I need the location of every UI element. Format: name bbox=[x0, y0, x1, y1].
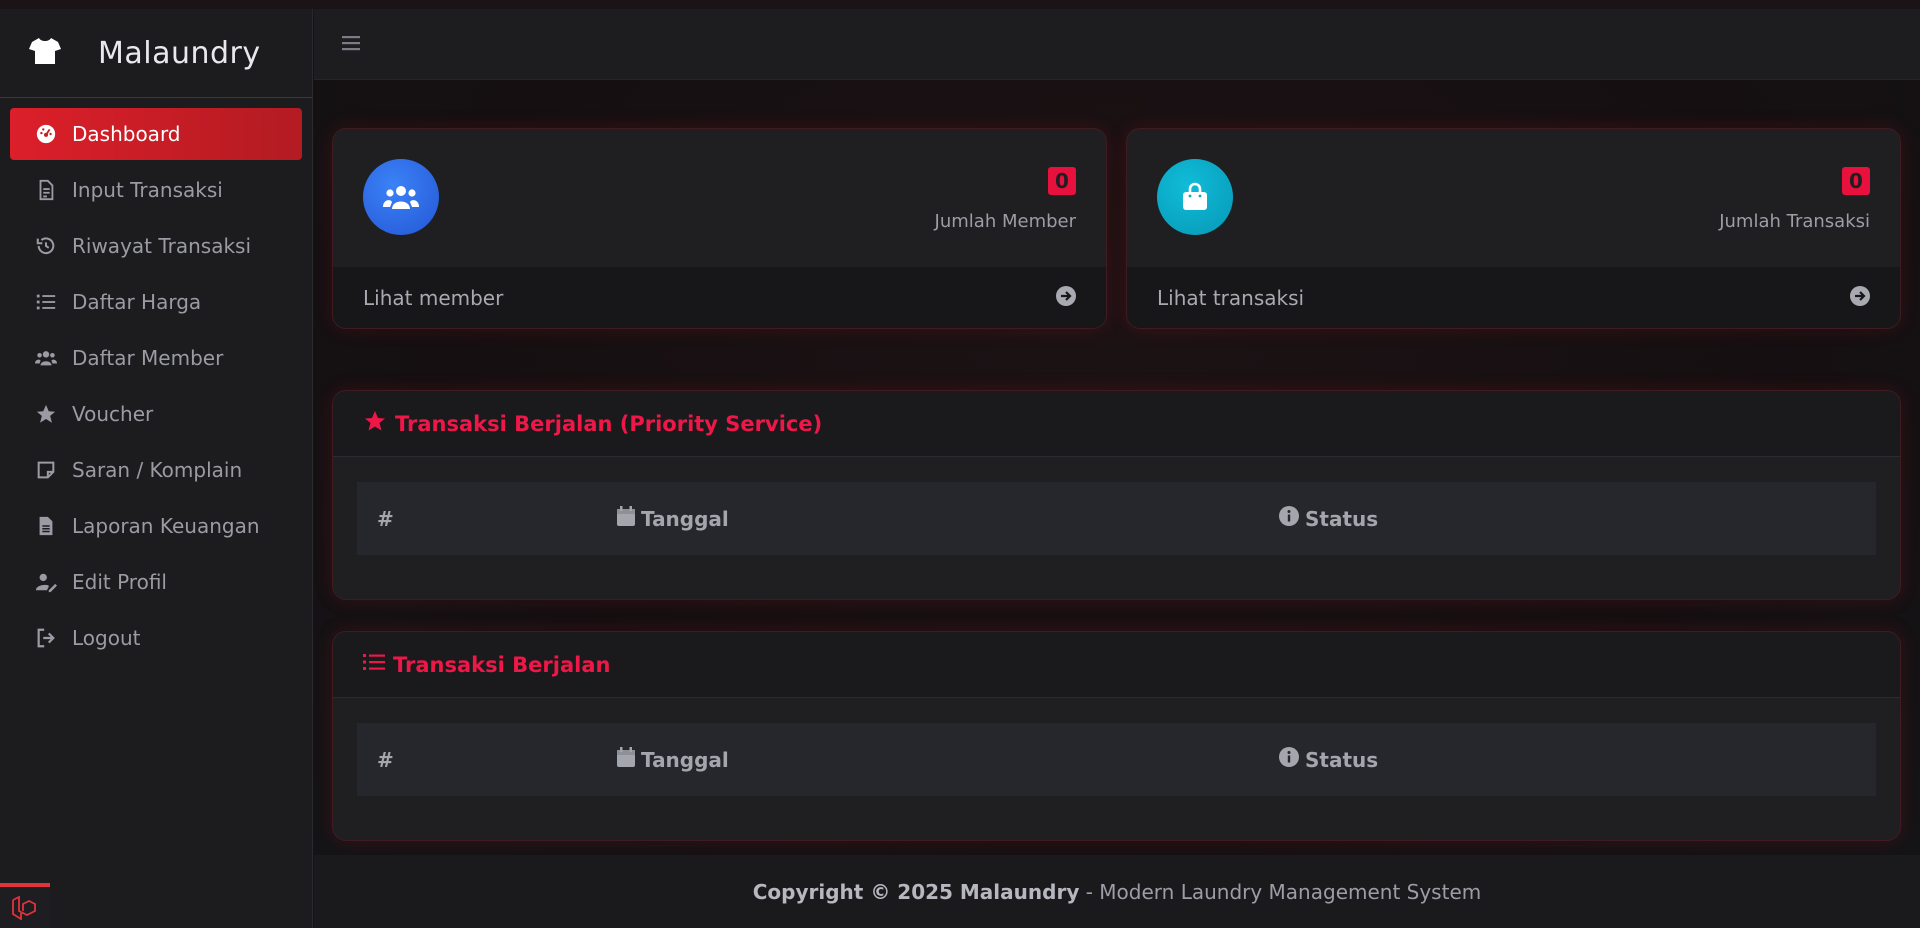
brand-name: Malaundry bbox=[98, 35, 261, 71]
view-transactions-label: Lihat transaksi bbox=[1157, 286, 1305, 310]
footer-copyright: Copyright © 2025 Malaundry bbox=[752, 879, 1080, 904]
top-edge bbox=[0, 0, 1920, 9]
info-circle-icon bbox=[1279, 506, 1305, 531]
column-label: # bbox=[377, 747, 394, 772]
sidebar-nav: Dashboard Input Transaksi Riwayat Transa… bbox=[0, 98, 312, 664]
column-header-status[interactable]: Status bbox=[1279, 747, 1378, 772]
stat-card-member: 0 Jumlah Member Lihat member bbox=[332, 128, 1107, 329]
priority-transactions-card: Transaksi Berjalan (Priority Service) # … bbox=[332, 390, 1901, 600]
laravel-debug-icon[interactable] bbox=[0, 883, 50, 928]
sign-out-icon bbox=[34, 626, 58, 650]
sidebar-item-label: Logout bbox=[72, 626, 141, 650]
sidebar-item-label: Saran / Komplain bbox=[72, 458, 243, 482]
sidebar-item-label: Input Transaksi bbox=[72, 178, 223, 202]
arrow-circle-right-icon bbox=[1056, 285, 1076, 311]
star-icon bbox=[34, 402, 58, 426]
column-header-tanggal[interactable]: Tanggal bbox=[617, 747, 729, 772]
sidebar-item-dashboard[interactable]: Dashboard bbox=[10, 108, 302, 160]
sidebar-item-riwayat-transaksi[interactable]: Riwayat Transaksi bbox=[10, 220, 302, 272]
running-table-header-row: # Tanggal Status bbox=[357, 723, 1876, 796]
column-label: Status bbox=[1305, 747, 1379, 772]
transaksi-count-label: Jumlah Transaksi bbox=[1719, 211, 1870, 232]
shopping-bag-icon bbox=[1157, 159, 1233, 235]
sidebar-item-label: Laporan Keuangan bbox=[72, 514, 260, 538]
running-transactions-header: Transaksi Berjalan bbox=[333, 632, 1900, 698]
note-icon bbox=[34, 458, 58, 482]
sidebar-item-label: Daftar Member bbox=[72, 346, 224, 370]
sidebar: Malaundry Dashboard Input Transaksi Riwa… bbox=[0, 9, 313, 928]
transaksi-count: 0 bbox=[1842, 167, 1870, 195]
view-members-label: Lihat member bbox=[363, 286, 504, 310]
menu-toggle-icon[interactable] bbox=[342, 32, 360, 57]
arrow-circle-right-icon bbox=[1850, 285, 1870, 311]
brand[interactable]: Malaundry bbox=[0, 9, 312, 98]
transaksi-count-value: 0 bbox=[1849, 169, 1863, 193]
view-transactions-link[interactable]: Lihat transaksi bbox=[1127, 267, 1900, 328]
sidebar-item-label: Riwayat Transaksi bbox=[72, 234, 252, 258]
column-header-status[interactable]: Status bbox=[1279, 506, 1378, 531]
topbar bbox=[314, 9, 1920, 80]
sidebar-item-edit-profil[interactable]: Edit Profil bbox=[10, 556, 302, 608]
priority-table-header-row: # Tanggal Status bbox=[357, 482, 1876, 555]
tshirt-icon bbox=[28, 36, 62, 70]
file-invoice-icon bbox=[34, 178, 58, 202]
footer: Copyright © 2025 Malaundry - Modern Laun… bbox=[314, 855, 1920, 928]
running-transactions-title: Transaksi Berjalan bbox=[393, 652, 611, 677]
user-edit-icon bbox=[34, 570, 58, 594]
sidebar-item-label: Daftar Harga bbox=[72, 290, 202, 314]
member-count: 0 bbox=[1048, 167, 1076, 195]
column-header-number[interactable]: # bbox=[377, 748, 394, 772]
users-icon bbox=[363, 159, 439, 235]
stat-card-transaksi: 0 Jumlah Transaksi Lihat transaksi bbox=[1126, 128, 1901, 329]
priority-transactions-header: Transaksi Berjalan (Priority Service) bbox=[333, 391, 1900, 457]
sidebar-item-saran-komplain[interactable]: Saran / Komplain bbox=[10, 444, 302, 496]
users-icon bbox=[34, 346, 58, 370]
calendar-icon bbox=[617, 747, 641, 772]
sidebar-item-logout[interactable]: Logout bbox=[10, 612, 302, 664]
file-text-icon bbox=[34, 514, 58, 538]
sidebar-item-label: Voucher bbox=[72, 402, 154, 426]
sidebar-item-voucher[interactable]: Voucher bbox=[10, 388, 302, 440]
history-icon bbox=[34, 234, 58, 258]
member-count-label: Jumlah Member bbox=[934, 211, 1076, 232]
sidebar-item-laporan-keuangan[interactable]: Laporan Keuangan bbox=[10, 500, 302, 552]
column-header-number[interactable]: # bbox=[377, 507, 394, 531]
sidebar-item-label: Dashboard bbox=[72, 122, 181, 146]
column-label: Tanggal bbox=[641, 747, 729, 772]
sidebar-item-input-transaksi[interactable]: Input Transaksi bbox=[10, 164, 302, 216]
sidebar-item-daftar-harga[interactable]: Daftar Harga bbox=[10, 276, 302, 328]
column-header-tanggal[interactable]: Tanggal bbox=[617, 506, 729, 531]
column-label: Status bbox=[1305, 506, 1379, 531]
star-icon bbox=[363, 409, 387, 438]
gauge-icon bbox=[34, 122, 58, 146]
list-icon bbox=[363, 652, 385, 677]
view-members-link[interactable]: Lihat member bbox=[333, 267, 1106, 328]
sidebar-item-label: Edit Profil bbox=[72, 570, 167, 594]
sidebar-item-daftar-member[interactable]: Daftar Member bbox=[10, 332, 302, 384]
column-label: # bbox=[377, 506, 394, 531]
footer-tagline: - Modern Laundry Management System bbox=[1079, 879, 1482, 904]
running-transactions-card: Transaksi Berjalan # Tanggal Status bbox=[332, 631, 1901, 841]
member-count-value: 0 bbox=[1055, 169, 1069, 193]
list-icon bbox=[34, 290, 58, 314]
column-label: Tanggal bbox=[641, 506, 729, 531]
calendar-icon bbox=[617, 506, 641, 531]
info-circle-icon bbox=[1279, 747, 1305, 772]
priority-transactions-title: Transaksi Berjalan (Priority Service) bbox=[395, 411, 823, 436]
